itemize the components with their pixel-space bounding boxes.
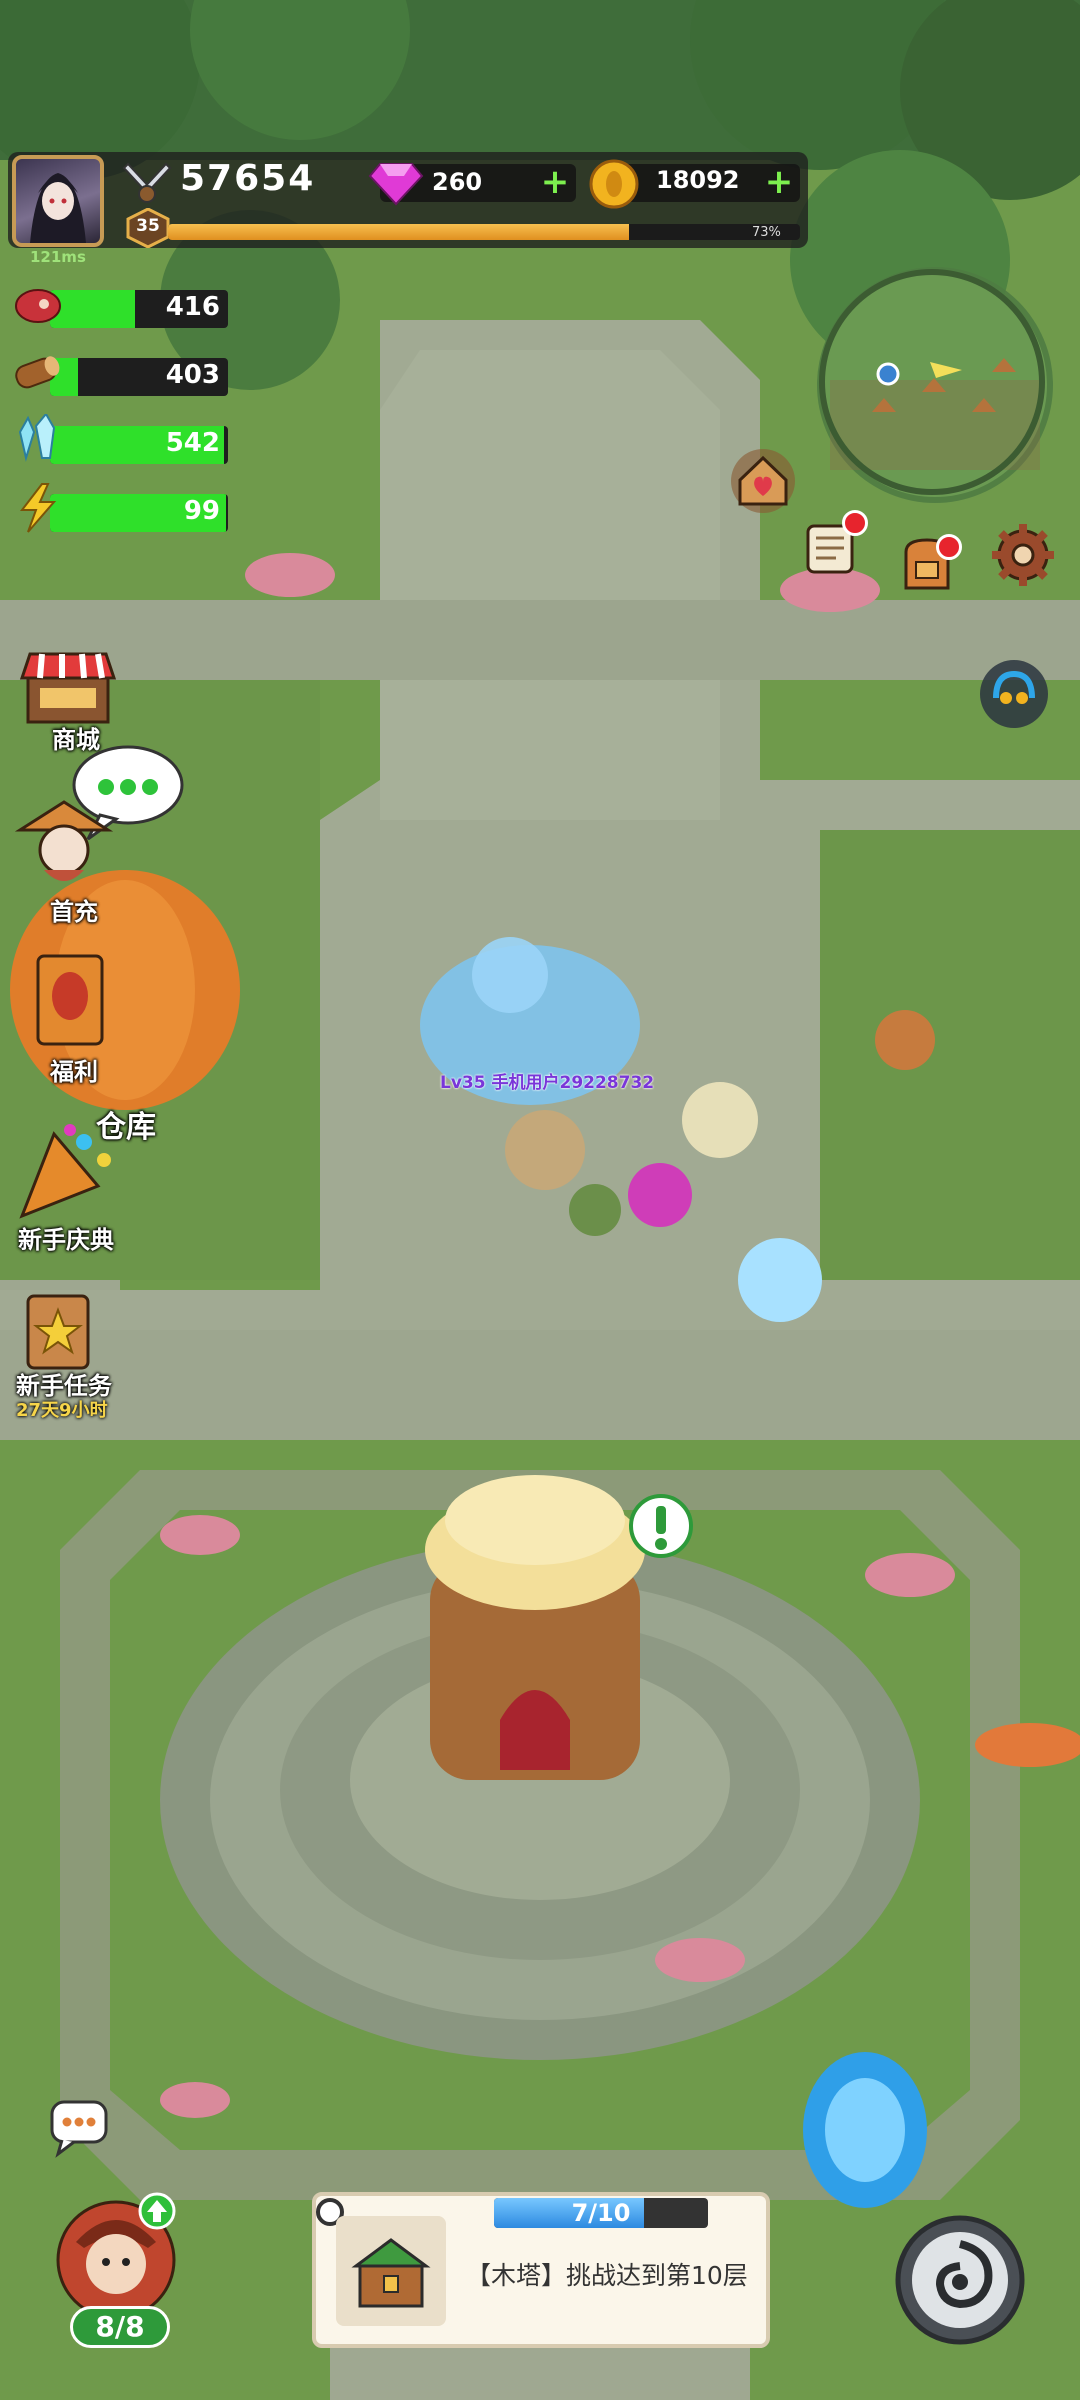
combat-power: 57654	[180, 158, 316, 199]
minimap[interactable]	[812, 262, 1052, 502]
welfare-label: 福利	[50, 1058, 98, 1086]
house-heart-icon	[731, 449, 795, 513]
gold-value: 18092	[656, 166, 740, 194]
ping-label: 121ms	[30, 248, 86, 266]
auto-battle-button[interactable]	[892, 2212, 1028, 2348]
meat-value: 416	[165, 292, 220, 322]
speech-bubble-icon	[50, 2100, 108, 2158]
party-popper-icon	[19, 1124, 111, 1219]
shop-button[interactable]: 商城	[18, 648, 118, 754]
task-board-icon	[26, 1294, 90, 1370]
avatar-portrait-icon	[30, 173, 86, 243]
minimap-icon	[819, 269, 1045, 495]
shop-stall-icon	[19, 652, 117, 724]
xp-bar	[168, 224, 800, 240]
first-recharge-button[interactable]: 首充	[14, 800, 114, 926]
quest-description: 【木塔】挑战达到第10层	[466, 2261, 748, 2290]
exclamation-icon	[629, 1494, 693, 1558]
welfare-button[interactable]: 福利	[30, 952, 120, 1087]
first-recharge-label: 首充	[50, 898, 98, 926]
energy-value: 99	[183, 496, 220, 526]
add-gold-button[interactable]: +	[764, 165, 794, 199]
wood-tower-thumbnail	[336, 2216, 446, 2326]
meat-icon	[12, 282, 64, 330]
newbie-celebration-button[interactable]: 新手庆典	[14, 1124, 144, 1254]
gem-value: 260	[432, 168, 483, 196]
settings-button[interactable]	[988, 520, 1058, 590]
gear-icon	[992, 524, 1054, 586]
crossed-swords-icon	[122, 160, 172, 206]
gold-coin-icon	[588, 158, 640, 210]
team-count: 8/8	[70, 2306, 170, 2348]
gem-icon	[368, 158, 424, 208]
vortex-icon	[895, 2215, 1025, 2345]
upgrade-arrow-icon	[138, 2192, 176, 2230]
treasure-chest-icon	[351, 2238, 431, 2308]
portal-button[interactable]	[800, 2050, 930, 2210]
player-name-tag[interactable]: Lv35 手机用户29228732	[440, 1068, 654, 1093]
home-button[interactable]	[728, 446, 798, 516]
quest-alert-button[interactable]	[626, 1494, 696, 1566]
xp-percent: 73%	[752, 225, 781, 240]
customer-service-button[interactable]	[976, 656, 1048, 728]
add-gems-button[interactable]: +	[540, 165, 570, 199]
xp-bar-fill	[168, 224, 630, 240]
newbie-celebration-label: 新手庆典	[18, 1226, 114, 1254]
newbie-tasks-button[interactable]: 新手任务 27天9小时	[14, 1294, 144, 1424]
lightning-icon	[12, 482, 64, 533]
crystal-icon	[12, 412, 64, 462]
player-level: 35	[136, 216, 160, 236]
mail-notification-dot	[842, 510, 868, 536]
headset-icon	[980, 660, 1048, 728]
crystal-value: 542	[165, 428, 220, 458]
wood-icon	[12, 348, 64, 396]
bag-notification-dot	[936, 534, 962, 560]
chat-button[interactable]	[48, 2096, 110, 2158]
welfare-book-icon	[36, 954, 104, 1046]
first-recharge-character-icon	[14, 800, 114, 881]
quest-progress-label: 7/10	[571, 2199, 631, 2227]
newbie-tasks-timer: 27天9小时	[16, 1400, 108, 1421]
wood-value: 403	[165, 360, 220, 390]
player-avatar[interactable]	[12, 155, 104, 247]
